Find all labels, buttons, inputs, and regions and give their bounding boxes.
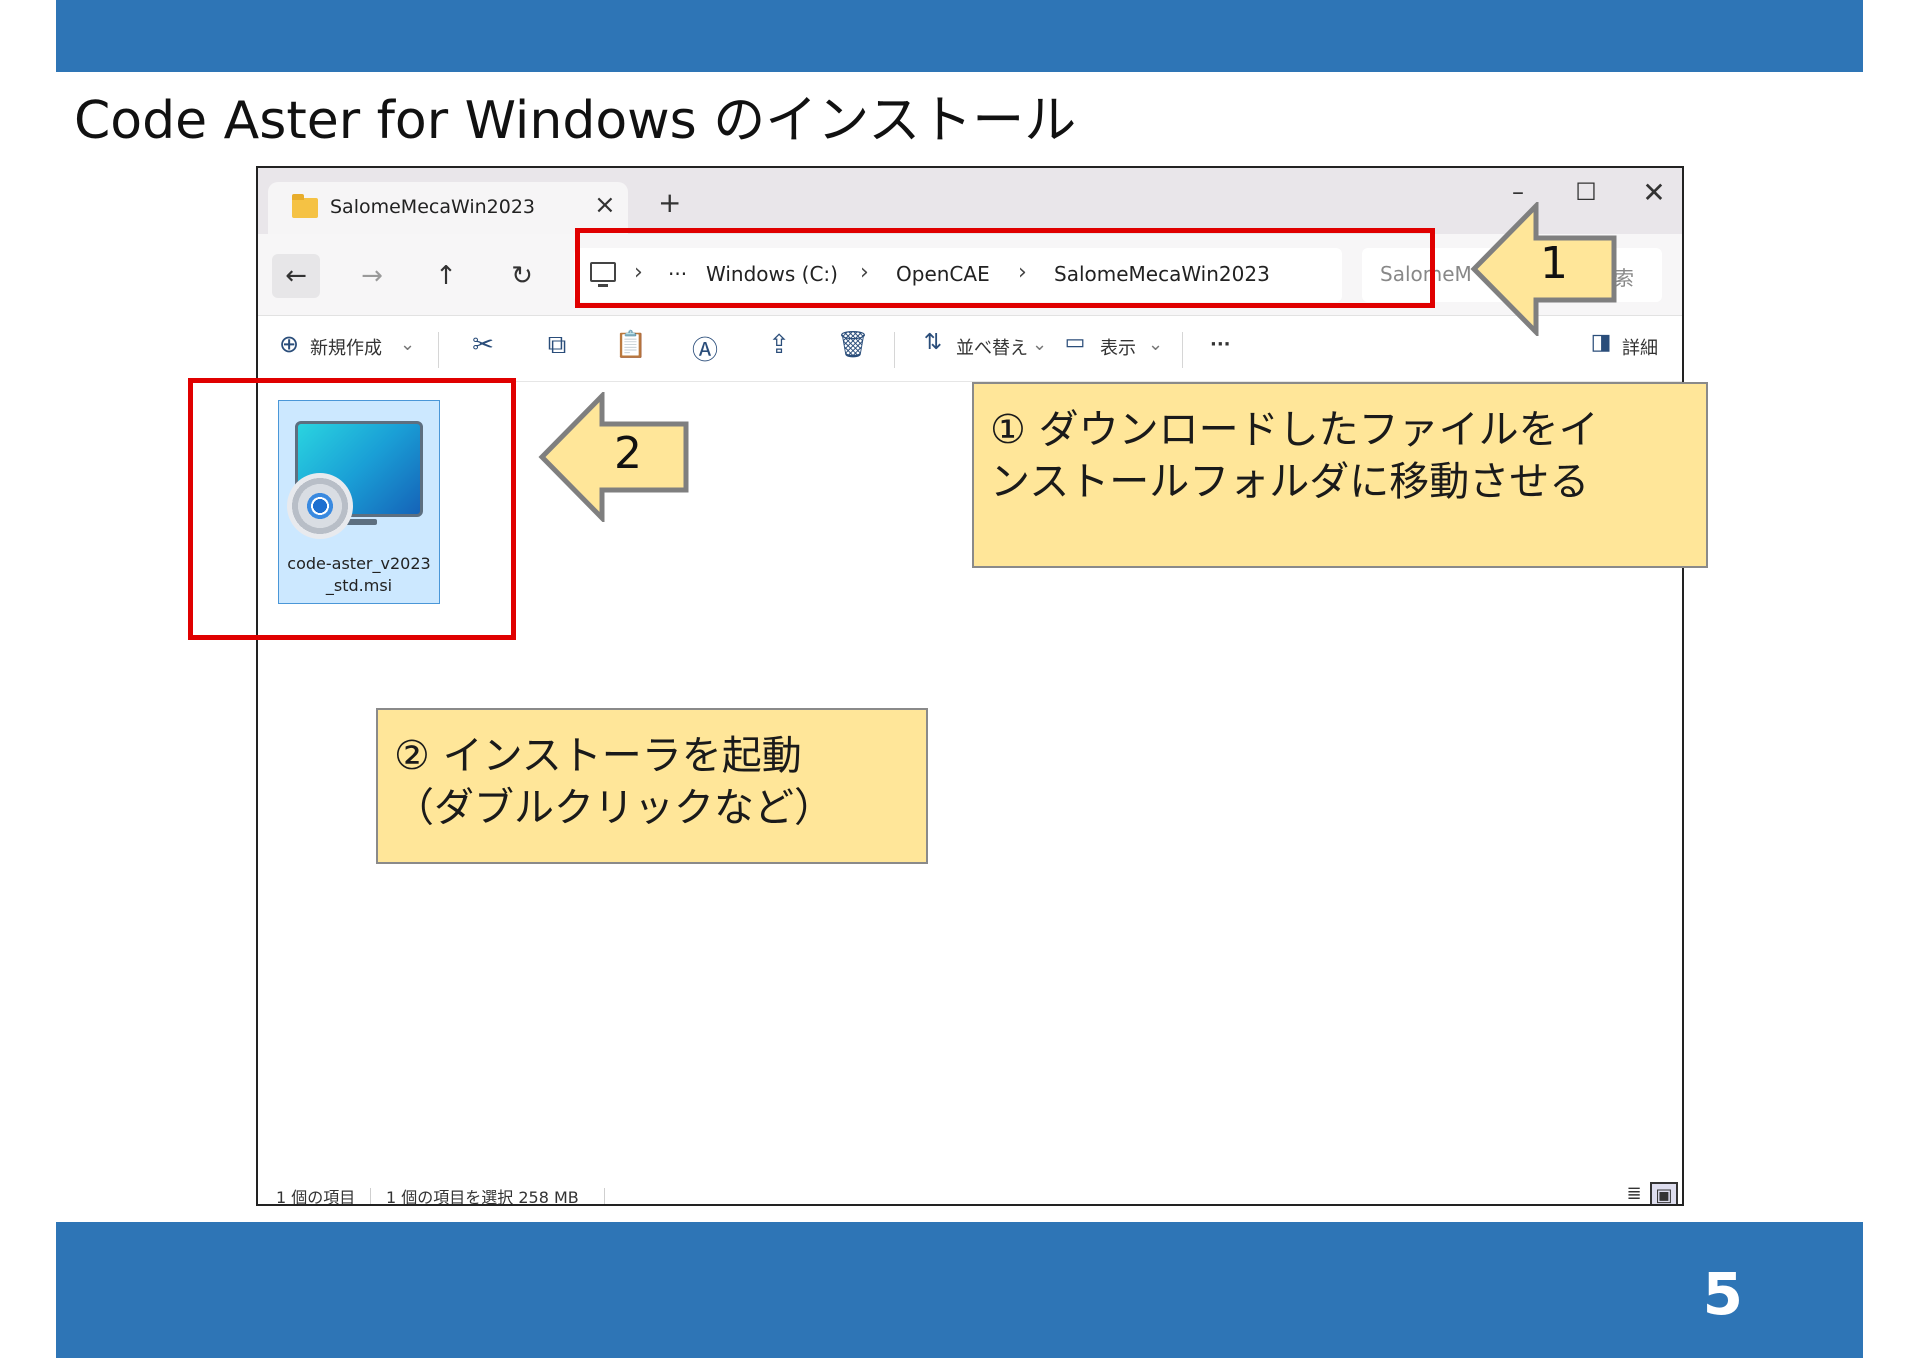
slide-bottom-bar: 5 bbox=[56, 1222, 1863, 1358]
toolbar-divider bbox=[894, 332, 895, 368]
toolbar-divider bbox=[1182, 332, 1183, 368]
status-divider bbox=[604, 1188, 605, 1204]
status-bar: 1 個の項目 1 個の項目を選択 258 MB ≣ ▣ bbox=[258, 1182, 1682, 1206]
sort-icon: ⇅ bbox=[923, 330, 943, 355]
list-view-icon[interactable]: ≣ bbox=[1620, 1182, 1648, 1204]
delete-icon[interactable]: 🗑 bbox=[836, 330, 870, 360]
paste-icon[interactable]: 📋 bbox=[614, 330, 648, 360]
page-number: 5 bbox=[1702, 1260, 1743, 1328]
command-bar: ⊕ 新規作成 ⌄ ✂ ⧉ 📋 Ⓐ ⇪ 🗑 ⇅ 並べ替え ⌄ ▭ 表示 ⌄ ···… bbox=[258, 316, 1682, 382]
cut-icon[interactable]: ✂ bbox=[466, 330, 500, 360]
view-button[interactable]: 表示 bbox=[1100, 334, 1136, 360]
sort-button[interactable]: 並べ替え bbox=[956, 334, 1028, 360]
new-tab-button[interactable]: + bbox=[658, 186, 681, 219]
tab-salomemecawin2023[interactable]: SalomeMecaWin2023 × bbox=[268, 182, 628, 236]
status-divider bbox=[370, 1188, 371, 1204]
new-button[interactable]: 新規作成 bbox=[310, 334, 382, 360]
back-button[interactable]: ← bbox=[272, 254, 320, 298]
tab-title: SalomeMecaWin2023 bbox=[330, 196, 536, 218]
callout-line: ンストールフォルダに移動させる bbox=[990, 459, 1590, 505]
folder-icon bbox=[292, 194, 318, 218]
file-item-highlight bbox=[188, 378, 516, 640]
up-button[interactable]: ↑ bbox=[422, 254, 470, 298]
close-button[interactable]: ✕ bbox=[1634, 176, 1674, 209]
callout-line: ② インストーラを起動 bbox=[394, 733, 802, 779]
large-icons-view-icon[interactable]: ▣ bbox=[1650, 1182, 1678, 1204]
chevron-down-icon: ⌄ bbox=[1148, 334, 1164, 355]
new-icon: ⊕ bbox=[278, 330, 300, 358]
toolbar-divider bbox=[438, 332, 439, 368]
view-icon: ▭ bbox=[1064, 330, 1086, 355]
arrow-2-label: 2 bbox=[614, 428, 642, 479]
slide-top-bar bbox=[56, 0, 1863, 72]
share-icon[interactable]: ⇪ bbox=[762, 330, 796, 360]
callout-launch-installer: ② インストーラを起動 （ダブルクリックなど） bbox=[376, 708, 928, 864]
address-bar-highlight bbox=[575, 228, 1435, 308]
chevron-down-icon: ⌄ bbox=[400, 334, 416, 355]
slide-title: Code Aster for Windows のインストール bbox=[74, 91, 1077, 151]
arrow-1-label: 1 bbox=[1540, 238, 1568, 289]
title-bar: SalomeMecaWin2023 × + – ☐ ✕ bbox=[258, 168, 1682, 236]
forward-button[interactable]: → bbox=[348, 254, 396, 298]
rename-icon[interactable]: Ⓐ bbox=[688, 330, 722, 367]
chevron-down-icon: ⌄ bbox=[1032, 334, 1048, 355]
details-button[interactable]: 詳細 bbox=[1622, 334, 1658, 360]
callout-move-file: ① ダウンロードしたファイルをイ ンストールフォルダに移動させる bbox=[972, 382, 1708, 568]
refresh-button[interactable]: ↻ bbox=[498, 254, 546, 298]
callout-line: ① ダウンロードしたファイルをイ bbox=[990, 407, 1599, 453]
copy-icon[interactable]: ⧉ bbox=[540, 330, 574, 361]
tab-close-icon[interactable]: × bbox=[594, 190, 616, 220]
item-count: 1 個の項目 bbox=[276, 1188, 356, 1206]
more-options-button[interactable]: ··· bbox=[1210, 334, 1231, 355]
callout-line: （ダブルクリックなど） bbox=[394, 785, 834, 831]
selection-info: 1 個の項目を選択 258 MB bbox=[386, 1188, 579, 1206]
